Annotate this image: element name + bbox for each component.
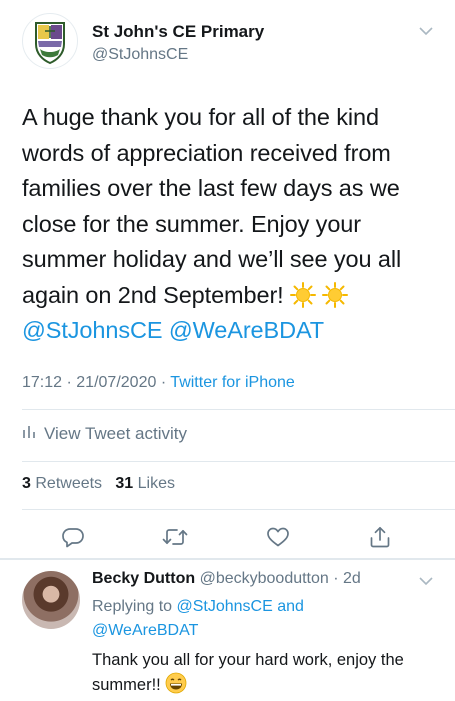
view-tweet-activity[interactable]: View Tweet activity [22, 423, 187, 444]
replying-and: and [277, 598, 304, 615]
reply-button[interactable] [56, 520, 90, 554]
author-handle[interactable]: @StJohnsCE [92, 46, 188, 64]
divider [22, 461, 455, 462]
divider [22, 509, 455, 510]
engagement-counts: 3 Retweets 31 Likes [22, 475, 175, 493]
retweets-count: 3 [22, 475, 31, 492]
like-button[interactable] [261, 520, 295, 554]
retweet-icon [162, 529, 188, 545]
replying-to-prefix: Replying to [92, 598, 173, 615]
divider [22, 409, 455, 410]
mention-link[interactable]: @WeAreBDAT [169, 317, 324, 343]
meta-separator: · [333, 570, 339, 587]
divider [0, 558, 455, 560]
share-icon [370, 526, 390, 548]
tweet-text: A huge thank you for all of the kind wor… [22, 100, 432, 349]
tweet-meta: 17:12 · 21/07/2020 · Twitter for iPhone [22, 374, 295, 392]
meta-separator: · [66, 374, 72, 391]
reply-text-line: Thank you all for your hard work, enjoy … [92, 651, 404, 669]
likes-stat[interactable]: 31 Likes [115, 475, 175, 492]
mention-link[interactable]: @StJohnsCE [177, 598, 273, 615]
reply-author-avatar[interactable] [22, 571, 80, 629]
tweet-text-line: families over the last few days as we [22, 175, 400, 201]
tweet-text-line: summer holiday and we’ll see you all [22, 246, 402, 272]
reply-author-name[interactable]: Becky Dutton [92, 570, 195, 587]
mention-link[interactable]: @WeAreBDAT [92, 622, 198, 639]
reply-icon [62, 528, 84, 548]
tweet-text-last-line: again on 2nd September! [22, 278, 432, 314]
share-button[interactable] [363, 520, 397, 554]
reply-age: 2d [343, 570, 361, 587]
tweet-text-line: A huge thank you for all of the kind [22, 104, 379, 130]
view-activity-label: View Tweet activity [44, 423, 187, 443]
reply-author-handle[interactable]: @beckyboodutton [200, 570, 329, 587]
mention-link[interactable]: @StJohnsCE [22, 317, 163, 343]
tweet-date: 21/07/2020 [76, 374, 157, 391]
tweet-text-line: words of appreciation received from [22, 139, 391, 166]
likes-count: 31 [115, 475, 134, 492]
chevron-down-icon[interactable] [418, 574, 434, 586]
reply-author-line: Becky Dutton @beckyboodutton · 2d [92, 570, 361, 588]
mentions-line: @StJohnsCE @WeAreBDAT [22, 313, 432, 349]
tweet-text-line: close for the summer. Enjoy your [22, 210, 361, 237]
sun-emoji [289, 281, 316, 308]
like-icon [267, 527, 289, 547]
sun-emoji [321, 281, 348, 308]
tweet-source-link[interactable]: Twitter for iPhone [170, 374, 295, 391]
tweet-time: 17:12 [22, 374, 63, 391]
reply-text-line: summer!! [92, 676, 161, 694]
replying-to: Replying to @StJohnsCE and @WeAreBDAT [92, 595, 412, 643]
chevron-down-icon[interactable] [418, 24, 434, 36]
likes-label: Likes [137, 475, 176, 492]
retweets-label: Retweets [35, 475, 103, 492]
tweet-text-line: again on 2nd September! [22, 281, 284, 308]
meta-separator: · [160, 374, 167, 391]
retweet-button[interactable] [158, 520, 192, 554]
author-avatar[interactable] [22, 13, 78, 69]
bar-chart-icon [22, 423, 36, 444]
school-crest-logo [35, 22, 65, 65]
retweets-stat[interactable]: 3 Retweets [22, 475, 102, 492]
author-name[interactable]: St John's CE Primary [92, 22, 264, 42]
grinning-emoji [165, 672, 187, 694]
tweet-action-bar [0, 520, 455, 554]
